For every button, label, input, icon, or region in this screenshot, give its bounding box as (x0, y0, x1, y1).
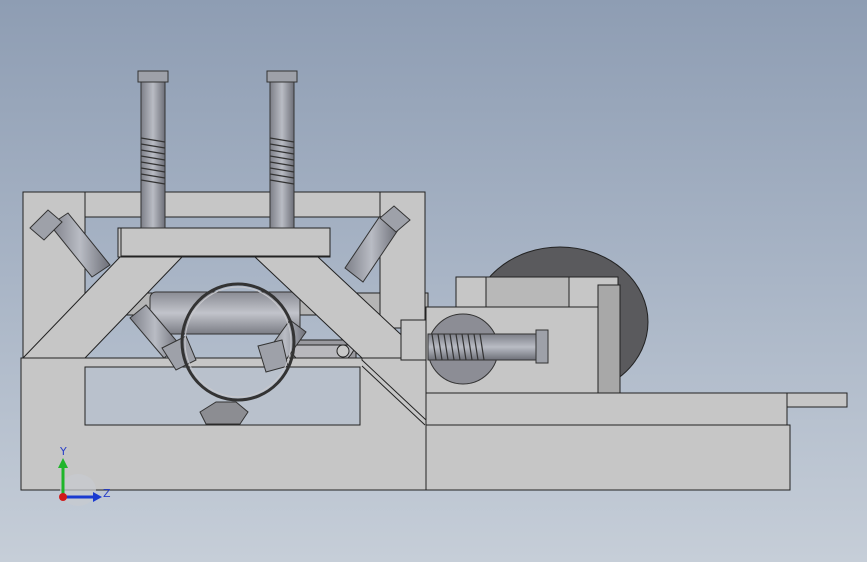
fixture-model[interactable]: Y Z (0, 0, 867, 562)
vertical-bolt-right (266, 70, 298, 229)
vertical-bolt-left (137, 70, 169, 229)
cad-viewport[interactable]: Y Z (0, 0, 867, 562)
top-plate (120, 227, 331, 257)
x-axis-dot (59, 493, 67, 501)
y-axis-label: Y (59, 445, 67, 458)
z-axis-label: Z (103, 487, 111, 500)
z-axis-arrow (93, 492, 102, 502)
back-shaft (149, 291, 301, 335)
